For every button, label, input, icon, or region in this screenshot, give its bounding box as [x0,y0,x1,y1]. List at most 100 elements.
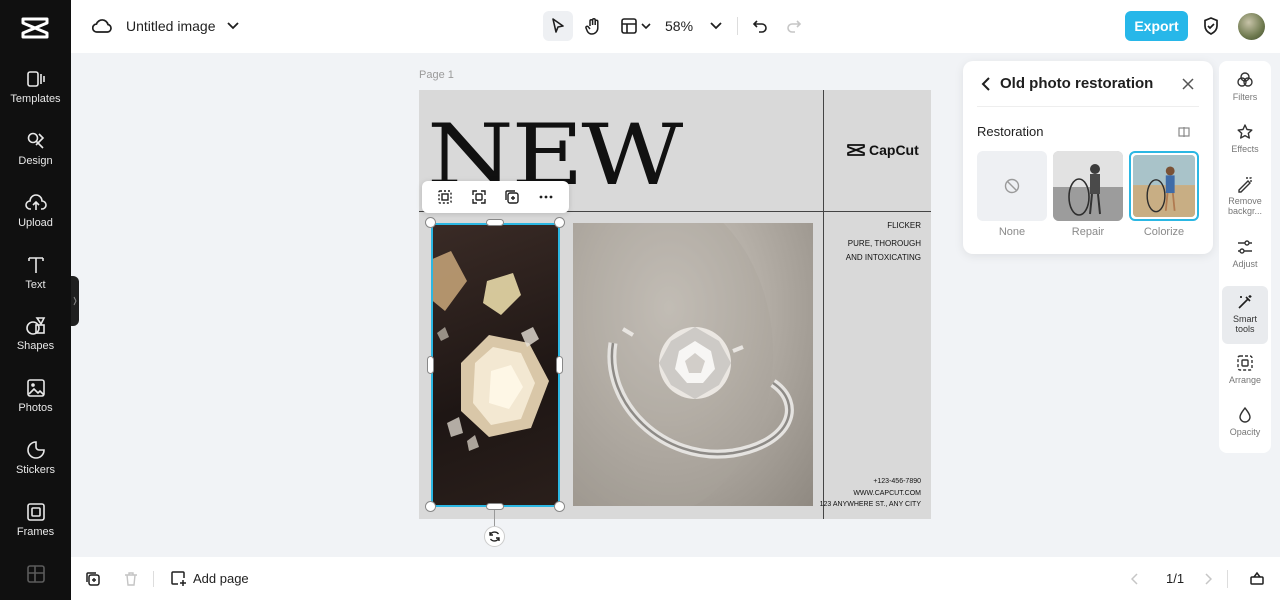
adjust-icon [1238,240,1252,254]
cursor-icon [552,18,564,33]
rotate-button[interactable] [484,526,505,547]
colorize-preview-image [1133,155,1195,217]
sidebar-item-frames[interactable]: Frames [0,502,71,558]
title-chevron-down-icon[interactable] [225,16,241,36]
resize-handle-right[interactable] [556,356,563,374]
upload-icon [24,194,47,210]
cloud-save-icon[interactable] [91,15,113,37]
design-page[interactable]: NEW CapCut FLICKER PURE, THOROUGH AND IN… [419,90,931,519]
text-line[interactable]: AND INTOXICATING [846,251,921,265]
contact-line[interactable]: WWW.CAPCUT.COM [853,488,921,499]
arrange-icon [1237,355,1253,371]
duplicate-icon[interactable] [504,189,520,205]
add-page-button[interactable]: Add page [170,570,249,587]
rotate-icon [489,531,500,542]
tool-arrange[interactable]: Arrange [1222,354,1268,398]
frames-icon [26,503,45,521]
avatar[interactable] [1238,13,1265,40]
restoration-option-none[interactable] [977,151,1047,221]
tool-label: Adjust [1232,259,1258,269]
capcut-logo-icon [847,144,865,156]
resize-handle-top-left[interactable] [425,217,436,228]
duplicate-page-icon[interactable] [85,571,103,589]
tool-adjust[interactable]: Adjust [1222,238,1268,282]
templates-icon [26,71,45,87]
left-sidebar: Templates Design Upload Text Shapes Phot… [0,0,71,600]
sidebar-item-upload[interactable]: Upload [0,193,71,249]
zoom-chevron-down-icon[interactable] [708,16,724,36]
resize-handle-bottom[interactable] [486,503,504,510]
tool-label: Smart tools [1232,314,1257,334]
filters-icon [1237,72,1253,87]
sidebar-item-design[interactable]: Design [0,131,71,187]
vertical-divider [823,90,824,519]
resize-handle-left[interactable] [427,356,434,374]
tool-smart-tools[interactable]: Smart tools [1222,286,1268,344]
sidebar-item-label: Stickers [15,464,56,476]
right-toolbar: Filters Effects Remove backgr... Adjust … [1219,61,1271,453]
prev-page-chevron-left-icon[interactable] [1130,572,1145,586]
zoom-level[interactable]: 58% [665,16,693,36]
contact-line[interactable]: +123-456-7890 [873,476,921,487]
resize-handle-top-right[interactable] [554,217,565,228]
sidebar-item-photos[interactable]: Photos [0,378,71,434]
smart-select-icon[interactable] [471,189,487,205]
text-line[interactable]: FLICKER [887,219,921,233]
rotate-connector [494,510,495,526]
tool-effects[interactable]: Effects [1222,123,1268,167]
brand-name: CapCut [869,142,919,158]
sidebar-item-label: Upload [18,217,53,229]
tool-label: Remove backgr... [1227,196,1263,216]
ring-photo[interactable] [573,223,813,506]
repair-preview-image [1053,151,1123,221]
crop-icon[interactable] [437,189,453,205]
back-chevron-left-icon[interactable] [981,77,995,91]
remove-background-icon [1238,177,1252,193]
bottom-bar: Add page 1/1 [71,557,1280,600]
tool-remove-background[interactable]: Remove backgr... [1222,175,1268,225]
sidebar-item-label: Templates [10,93,61,105]
restoration-option-repair[interactable] [1053,151,1123,221]
contact-line[interactable]: 123 ANYWHERE ST., ANY CITY [820,499,921,510]
chevron-down-icon [640,23,651,30]
old-photo-restoration-panel: Old photo restoration Restoration None R… [963,61,1213,254]
resize-handle-bottom-right[interactable] [554,501,565,512]
shield-icon[interactable] [1200,15,1222,37]
compare-icon[interactable] [1178,125,1192,139]
export-button[interactable]: Export [1125,11,1188,41]
text-line[interactable]: PURE, THOROUGH [848,237,921,251]
tool-opacity[interactable]: Opacity [1222,406,1268,450]
undo-icon [752,20,767,33]
layout-dropdown-button[interactable] [617,11,653,41]
capcut-logo-icon[interactable] [19,14,51,40]
redo-button[interactable] [782,14,806,38]
undo-button[interactable] [748,14,772,38]
close-icon[interactable] [1182,77,1196,91]
resize-handle-top[interactable] [486,219,504,226]
delete-page-icon[interactable] [123,571,141,589]
smart-tools-icon [1238,295,1252,309]
document-title[interactable]: Untitled image [126,16,216,36]
brand-logo[interactable]: CapCut [847,142,919,158]
top-bar: Untitled image 58% Export [71,0,1280,53]
sidebar-item-templates[interactable]: Templates [0,69,71,125]
select-tool-button[interactable] [543,11,573,41]
text-icon [27,257,44,273]
diamonds-photo[interactable] [431,223,559,506]
more-options-icon[interactable] [538,189,554,205]
hand-tool-button[interactable] [578,11,608,41]
add-page-label: Add page [193,571,249,586]
resize-handle-bottom-left[interactable] [425,501,436,512]
restoration-option-colorize[interactable] [1129,151,1199,221]
tool-filters[interactable]: Filters [1222,71,1268,115]
sidebar-item-shapes[interactable]: Shapes [0,316,71,372]
sidebar-item-stickers[interactable]: Stickers [0,440,71,496]
tool-label: Opacity [1229,427,1261,437]
sidebar-item-text[interactable]: Text [0,255,71,311]
add-page-icon [171,571,186,586]
next-page-chevron-right-icon[interactable] [1204,572,1218,586]
sidebar-item-more[interactable] [0,564,71,594]
stickers-icon [26,441,45,459]
page-manager-icon[interactable] [1249,570,1267,588]
bottom-divider [153,571,154,587]
